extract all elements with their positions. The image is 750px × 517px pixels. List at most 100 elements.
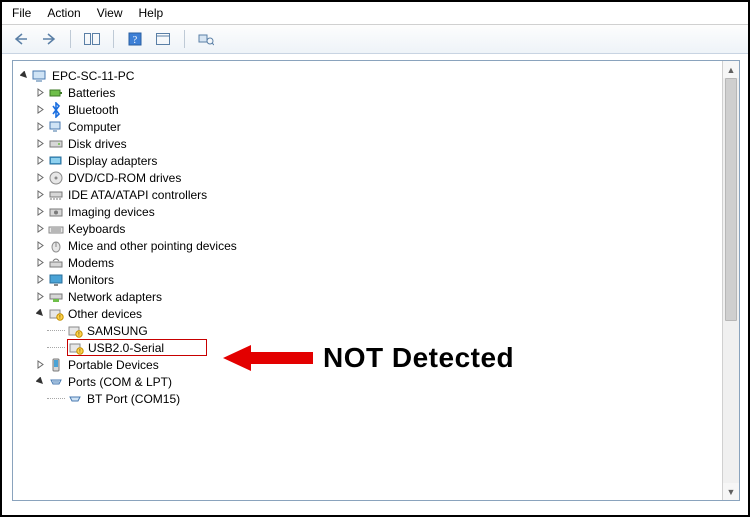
toolbar-separator — [70, 30, 71, 48]
svg-text:!: ! — [79, 349, 80, 355]
camera-icon — [48, 204, 64, 220]
menu-view[interactable]: View — [97, 6, 123, 20]
arrow-right-icon — [42, 33, 56, 45]
battery-icon — [48, 85, 64, 101]
tree-connector — [47, 322, 67, 339]
back-button[interactable] — [10, 29, 32, 49]
expand-icon[interactable] — [35, 138, 46, 149]
device-tree-panel: EPC-SC-11-PC Batteries Bluetooth — [12, 60, 740, 501]
tree-node-ide[interactable]: IDE ATA/ATAPI controllers — [17, 186, 735, 203]
tree-node-label: Other devices — [68, 307, 142, 321]
show-hide-console-button[interactable] — [81, 29, 103, 49]
tree-node-label: Batteries — [68, 86, 115, 100]
tree-node-label: USB2.0-Serial — [88, 341, 164, 355]
expand-icon[interactable] — [35, 240, 46, 251]
tree-node-label: Monitors — [68, 273, 114, 287]
tree-node-computer[interactable]: Computer — [17, 118, 735, 135]
tree-node-ports[interactable]: Ports (COM & LPT) — [17, 373, 735, 390]
vertical-scrollbar[interactable]: ▲ ▼ — [722, 61, 739, 500]
tree-node-modems[interactable]: Modems — [17, 254, 735, 271]
port-icon — [67, 391, 83, 407]
tree-node-label: Modems — [68, 256, 114, 270]
properties-button[interactable] — [152, 29, 174, 49]
help-icon: ? — [128, 32, 142, 46]
tree-node-label: Computer — [68, 120, 121, 134]
tree-node-monitors[interactable]: Monitors — [17, 271, 735, 288]
tree-node-label: IDE ATA/ATAPI controllers — [68, 188, 207, 202]
menu-action[interactable]: Action — [47, 6, 80, 20]
tree-node-label: DVD/CD-ROM drives — [68, 171, 181, 185]
expand-icon[interactable] — [35, 155, 46, 166]
network-icon — [48, 289, 64, 305]
highlighted-device: ! USB2.0-Serial — [67, 339, 207, 356]
ports-icon — [48, 374, 64, 390]
tree-node-mice[interactable]: Mice and other pointing devices — [17, 237, 735, 254]
tree-node-portable[interactable]: Portable Devices — [17, 356, 735, 373]
dvd-icon — [48, 170, 64, 186]
tree-node-network[interactable]: Network adapters — [17, 288, 735, 305]
collapse-icon[interactable] — [35, 308, 46, 319]
svg-text:!: ! — [78, 332, 79, 338]
tree-node-other-devices[interactable]: ! Other devices — [17, 305, 735, 322]
forward-button[interactable] — [38, 29, 60, 49]
expand-icon[interactable] — [35, 172, 46, 183]
expand-icon[interactable] — [35, 291, 46, 302]
tree-node-dvd[interactable]: DVD/CD-ROM drives — [17, 169, 735, 186]
tree-node-disk-drives[interactable]: Disk drives — [17, 135, 735, 152]
computer-icon — [48, 119, 64, 135]
scroll-track[interactable] — [723, 78, 739, 483]
expand-icon[interactable] — [35, 189, 46, 200]
expand-icon[interactable] — [35, 104, 46, 115]
expand-icon[interactable] — [35, 206, 46, 217]
expand-icon[interactable] — [35, 223, 46, 234]
collapse-icon[interactable] — [19, 70, 30, 81]
tree-node-label: SAMSUNG — [87, 324, 148, 338]
tree-node-label: Ports (COM & LPT) — [68, 375, 172, 389]
toolbar-separator — [113, 30, 114, 48]
computer-root-icon — [32, 68, 48, 84]
tree-node-usb-serial[interactable]: ! USB2.0-Serial — [17, 339, 735, 356]
menu-file[interactable]: File — [12, 6, 31, 20]
tree-node-display-adapters[interactable]: Display adapters — [17, 152, 735, 169]
toolbar: ? — [2, 25, 748, 54]
tree-node-label: Bluetooth — [68, 103, 119, 117]
tree-node-keyboards[interactable]: Keyboards — [17, 220, 735, 237]
tree-node-bluetooth[interactable]: Bluetooth — [17, 101, 735, 118]
display-adapter-icon — [48, 153, 64, 169]
svg-text:!: ! — [59, 315, 60, 321]
collapse-icon[interactable] — [35, 376, 46, 387]
portable-device-icon — [48, 357, 64, 373]
expand-icon[interactable] — [35, 359, 46, 370]
scan-hardware-button[interactable] — [195, 29, 217, 49]
tree-node-imaging[interactable]: Imaging devices — [17, 203, 735, 220]
menu-help[interactable]: Help — [139, 6, 164, 20]
tree-node-label: BT Port (COM15) — [87, 392, 180, 406]
expand-icon[interactable] — [35, 121, 46, 132]
expand-icon[interactable] — [35, 274, 46, 285]
tree-root[interactable]: EPC-SC-11-PC — [17, 67, 735, 84]
unknown-device-icon: ! — [68, 340, 84, 356]
tree-node-label: Network adapters — [68, 290, 162, 304]
arrow-left-icon — [14, 33, 28, 45]
expand-icon[interactable] — [35, 257, 46, 268]
tree-node-bt-port[interactable]: BT Port (COM15) — [17, 390, 735, 407]
modem-icon — [48, 255, 64, 271]
scroll-thumb[interactable] — [725, 78, 737, 321]
menu-bar: File Action View Help — [2, 2, 748, 25]
tree-node-samsung[interactable]: ! SAMSUNG — [17, 322, 735, 339]
disk-icon — [48, 136, 64, 152]
mouse-icon — [48, 238, 64, 254]
tree-node-batteries[interactable]: Batteries — [17, 84, 735, 101]
scroll-up-button[interactable]: ▲ — [723, 61, 739, 78]
help-button[interactable]: ? — [124, 29, 146, 49]
tree-connector — [47, 339, 67, 356]
tree-node-label: Keyboards — [68, 222, 125, 236]
device-tree[interactable]: EPC-SC-11-PC Batteries Bluetooth — [13, 61, 739, 413]
expand-icon[interactable] — [35, 87, 46, 98]
tree-node-label: Mice and other pointing devices — [68, 239, 237, 253]
tree-node-label: Portable Devices — [68, 358, 159, 372]
tree-node-label: Imaging devices — [68, 205, 155, 219]
scroll-down-button[interactable]: ▼ — [723, 483, 739, 500]
unknown-device-icon: ! — [67, 323, 83, 339]
panels-icon — [84, 33, 100, 45]
